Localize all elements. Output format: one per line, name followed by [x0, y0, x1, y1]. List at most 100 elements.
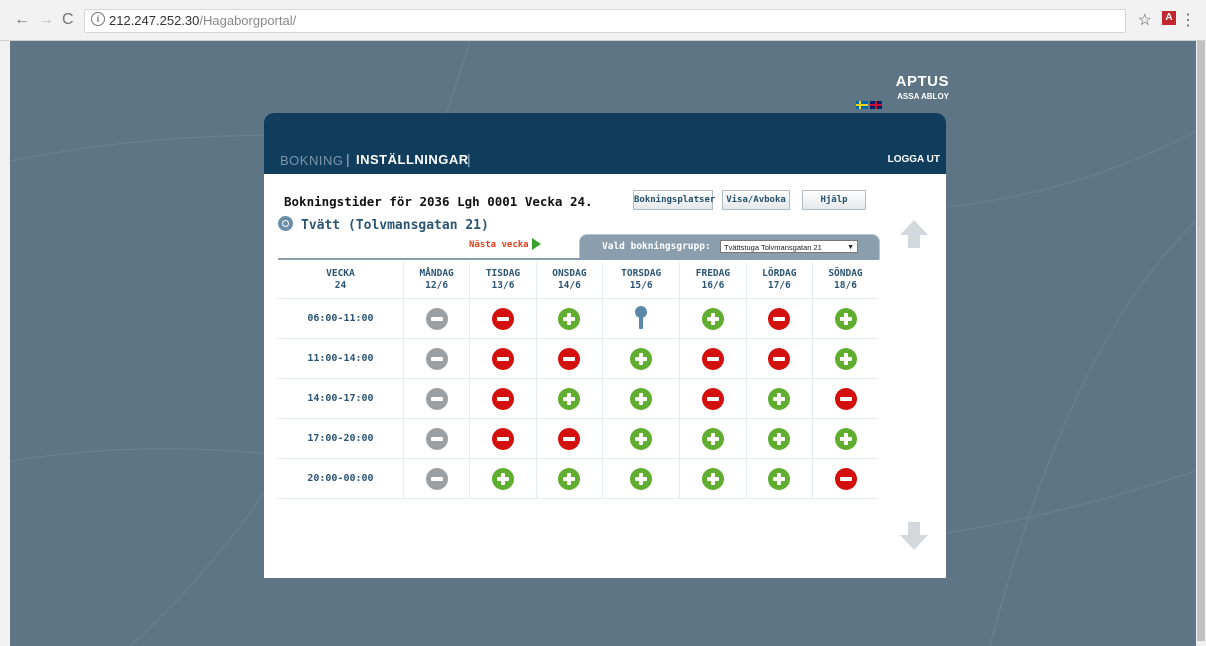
minus-circle-icon[interactable]: [701, 347, 724, 370]
plus-circle-icon[interactable]: [558, 467, 581, 490]
day-header: TORSDAG 15/6: [602, 262, 681, 299]
booking-cell[interactable]: [469, 458, 537, 499]
minus-circle-icon[interactable]: [558, 427, 581, 450]
minus-circle-icon[interactable]: [768, 307, 791, 330]
minus-circle-icon[interactable]: [491, 427, 514, 450]
view-cancel-button[interactable]: Visa/Avboka: [722, 190, 790, 210]
plus-circle-icon[interactable]: [834, 307, 857, 330]
scroll-down-arrow-icon[interactable]: [898, 520, 930, 552]
booking-cell[interactable]: [469, 418, 537, 459]
booking-cell[interactable]: [602, 418, 681, 459]
booking-cell[interactable]: [536, 338, 604, 379]
pdf-extension-icon[interactable]: A: [1162, 11, 1176, 25]
tab-booking[interactable]: BOKNING: [280, 153, 343, 168]
booking-cell[interactable]: [602, 298, 681, 339]
booking-cell[interactable]: [536, 378, 604, 419]
week-header: VECKA 24: [278, 262, 404, 299]
booking-cell[interactable]: [679, 378, 747, 419]
booking-cell[interactable]: [746, 378, 814, 419]
scroll-up-arrow-icon[interactable]: [898, 218, 930, 250]
plus-circle-icon[interactable]: [630, 347, 653, 370]
plus-circle-icon[interactable]: [768, 387, 791, 410]
reload-icon[interactable]: C: [62, 11, 74, 29]
browser-menu-icon[interactable]: ⋮: [1180, 10, 1196, 30]
booking-cell[interactable]: [679, 458, 747, 499]
booking-cell[interactable]: [602, 458, 681, 499]
plus-circle-icon[interactable]: [701, 307, 724, 330]
table-row: 14:00-17:00: [278, 378, 878, 419]
booking-cell[interactable]: [469, 338, 537, 379]
booking-cell: [403, 458, 471, 499]
minus-circle-icon[interactable]: [834, 387, 857, 410]
subheading-text: Tvätt (Tolvmansgatan 21): [301, 218, 489, 233]
time-slot-label: 14:00-17:00: [278, 378, 404, 419]
plus-circle-icon[interactable]: [701, 467, 724, 490]
booking-cell[interactable]: [602, 378, 681, 419]
tab-settings[interactable]: INSTÄLLNINGAR: [356, 152, 469, 167]
key-icon[interactable]: [635, 305, 648, 332]
booking-cell[interactable]: [536, 458, 604, 499]
booking-places-button[interactable]: Bokningsplatser: [633, 190, 715, 210]
booking-group-select[interactable]: Tvättstuga Tolvmansgatan 21 ▼: [720, 240, 858, 253]
minus-circle-icon[interactable]: [558, 347, 581, 370]
unavailable-circle-icon: [425, 307, 448, 330]
day-name: TORSDAG: [621, 268, 662, 279]
swedish-flag-icon[interactable]: [856, 101, 868, 109]
day-date: 15/6: [629, 280, 653, 291]
day-name: MÅNDAG: [419, 268, 454, 279]
booking-group-value: Tvättstuga Tolvmansgatan 21: [724, 243, 822, 252]
uk-flag-icon[interactable]: [870, 101, 882, 109]
plus-circle-icon[interactable]: [768, 427, 791, 450]
next-week-link[interactable]: Nästa vecka: [469, 238, 541, 250]
booking-cell[interactable]: [679, 298, 747, 339]
plus-circle-icon[interactable]: [834, 347, 857, 370]
plus-circle-icon[interactable]: [630, 387, 653, 410]
booking-cell[interactable]: [746, 298, 814, 339]
booking-cell[interactable]: [469, 378, 537, 419]
day-date: 16/6: [701, 280, 725, 291]
booking-cell[interactable]: [746, 338, 814, 379]
booking-cell[interactable]: [812, 298, 878, 339]
booking-cell[interactable]: [602, 338, 681, 379]
day-name: SÖNDAG: [828, 268, 863, 279]
minus-circle-icon[interactable]: [491, 387, 514, 410]
day-header: SÖNDAG 18/6: [812, 262, 878, 299]
logout-link[interactable]: LOGGA UT: [888, 154, 940, 165]
plus-circle-icon[interactable]: [558, 387, 581, 410]
day-date: 13/6: [491, 280, 515, 291]
minus-circle-icon[interactable]: [768, 347, 791, 370]
bookmark-star-icon[interactable]: ☆: [1138, 10, 1152, 30]
booking-cell[interactable]: [536, 418, 604, 459]
booking-cell[interactable]: [812, 338, 878, 379]
booking-cell[interactable]: [679, 338, 747, 379]
minus-circle-icon[interactable]: [491, 307, 514, 330]
forward-icon[interactable]: →: [38, 11, 54, 29]
day-header: ONSDAG 14/6: [536, 262, 604, 299]
booking-cell[interactable]: [679, 418, 747, 459]
plus-circle-icon[interactable]: [558, 307, 581, 330]
plus-circle-icon[interactable]: [834, 427, 857, 450]
plus-circle-icon[interactable]: [630, 427, 653, 450]
booking-cell[interactable]: [812, 458, 878, 499]
plus-circle-icon[interactable]: [701, 427, 724, 450]
logo-brand: APTUS: [895, 73, 949, 90]
table-row: 20:00-00:00: [278, 458, 878, 499]
info-icon[interactable]: i: [91, 12, 105, 26]
minus-circle-icon[interactable]: [491, 347, 514, 370]
plus-circle-icon[interactable]: [491, 467, 514, 490]
plus-circle-icon[interactable]: [630, 467, 653, 490]
minus-circle-icon[interactable]: [834, 467, 857, 490]
address-bar[interactable]: i 212.247.252.30/Hagaborgportal/: [84, 9, 1126, 33]
minus-circle-icon[interactable]: [701, 387, 724, 410]
booking-cell[interactable]: [469, 298, 537, 339]
booking-cell[interactable]: [536, 298, 604, 339]
booking-cell[interactable]: [812, 378, 878, 419]
help-button[interactable]: Hjälp: [802, 190, 866, 210]
booking-panel: Bokningstider för 2036 Lgh 0001 Vecka 24…: [264, 174, 946, 578]
booking-cell[interactable]: [746, 458, 814, 499]
back-icon[interactable]: ←: [14, 11, 30, 29]
booking-cell[interactable]: [746, 418, 814, 459]
scrollbar-thumb[interactable]: [1197, 41, 1205, 641]
plus-circle-icon[interactable]: [768, 467, 791, 490]
booking-cell[interactable]: [812, 418, 878, 459]
